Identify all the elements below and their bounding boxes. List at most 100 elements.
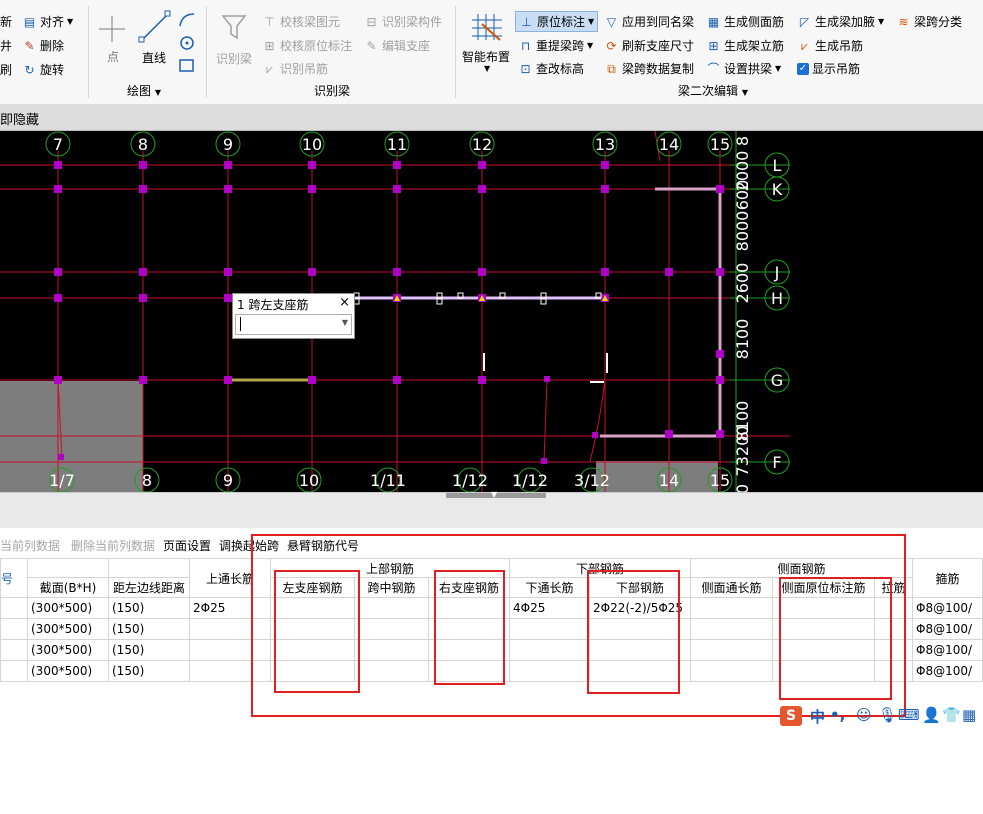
edit-support-button[interactable]: ✎ 编辑支座 bbox=[364, 37, 430, 54]
rectangle-icon bbox=[179, 59, 194, 72]
cad-drawing[interactable]: 7 8 9 10 11 12 13 14 15 1/7 8 9 10 1/11 1/12 1/12 3/12 1… bbox=[0, 130, 983, 494]
dimension-label: 73200 bbox=[733, 426, 752, 477]
check-beam-element-button[interactable]: ⊤ 校核梁图元 bbox=[262, 13, 340, 30]
lift-span-button[interactable]: ⊓ 重提梁跨 ▼ bbox=[518, 37, 593, 54]
group-secondary-edit-label[interactable]: 梁二次编辑 ▼ bbox=[678, 82, 748, 99]
toolbox-icon[interactable]: ▦ bbox=[962, 706, 976, 724]
recognize-beam-button[interactable]: 识别梁 bbox=[214, 12, 254, 68]
row-number-cell[interactable] bbox=[0, 660, 28, 682]
skin-icon[interactable]: 👕 bbox=[942, 706, 961, 724]
delete-button[interactable]: ✎ 删除 bbox=[22, 37, 64, 54]
bottom-axis-label: 9 bbox=[223, 471, 233, 490]
left-support-input[interactable]: ▼ bbox=[235, 314, 352, 335]
top-axis-label: 11 bbox=[387, 135, 407, 154]
eraser-icon: ✎ bbox=[24, 38, 35, 53]
header-blank bbox=[27, 558, 109, 578]
popup-title: 1 跨左支座筋 bbox=[237, 298, 309, 312]
top-axis-label: 15 bbox=[710, 135, 730, 154]
ime-punct[interactable]: •, bbox=[830, 706, 845, 724]
ime-lang[interactable]: 中 bbox=[810, 706, 825, 727]
splitter-grip[interactable]: ▼ bbox=[446, 490, 546, 499]
beam-wall bbox=[600, 187, 722, 438]
line-button[interactable]: 直线 bbox=[138, 10, 174, 68]
gen-haunch-button[interactable]: ◸ 生成梁加腋 ▼ bbox=[797, 13, 884, 30]
set-arch-button[interactable]: ⌒ 设置拱梁 ▼ bbox=[706, 60, 781, 77]
ribbon-left-item-2[interactable]: 井 bbox=[0, 37, 12, 54]
section-cell[interactable]: (300*500) bbox=[27, 618, 109, 640]
offset-cell[interactable]: (150) bbox=[108, 660, 190, 682]
top-axis-label: 9 bbox=[223, 135, 233, 154]
hide-bar: 即隐藏 bbox=[0, 104, 983, 131]
left-support-popup[interactable]: 1 跨左支座筋 × ▼ bbox=[232, 293, 355, 339]
check-origin-label-button[interactable]: ⊞ 校核原位标注 bbox=[262, 37, 352, 54]
emoji-icon[interactable]: ☺ bbox=[856, 706, 872, 724]
stirrup-leg-icon: ⊞ bbox=[708, 38, 719, 53]
stirrup-cell[interactable]: Φ8@100/ bbox=[912, 618, 983, 640]
dimension-label: 8100 bbox=[733, 319, 752, 360]
dimension-label: 0 bbox=[733, 484, 752, 492]
close-icon[interactable]: × bbox=[339, 295, 350, 310]
gen-side-bar-button[interactable]: ▦ 生成侧面筋 bbox=[706, 13, 784, 30]
copy-span-data-button[interactable]: ⧉ 梁跨数据复制 bbox=[604, 60, 694, 77]
stirrup-cell[interactable]: Φ8@100/ bbox=[912, 660, 983, 682]
circle-button[interactable] bbox=[178, 35, 196, 54]
group-draw-label[interactable]: 绘图 ▼ bbox=[127, 82, 161, 99]
side-bar-icon: ▦ bbox=[707, 14, 720, 29]
drawing-canvas[interactable]: 7 8 9 10 11 12 13 14 15 1/7 8 9 10 1/11 1/12 1/12 3/12 1… bbox=[0, 130, 983, 494]
section-cell[interactable]: (300*500) bbox=[27, 660, 109, 682]
classify-icon: ≋ bbox=[898, 14, 909, 29]
col-header-no: 号 bbox=[0, 558, 28, 598]
insert-column-data-button[interactable]: 当前列数据 bbox=[0, 537, 60, 554]
keyboard-icon[interactable]: ⌨ bbox=[898, 706, 920, 724]
delete-column-data-button[interactable]: 删除当前列数据 bbox=[71, 537, 155, 554]
chevron-down-icon[interactable]: ▼ bbox=[342, 318, 348, 327]
arc-button[interactable] bbox=[178, 12, 196, 31]
offset-cell[interactable]: (150) bbox=[108, 639, 190, 661]
bottom-axis-label: 10 bbox=[299, 471, 319, 490]
checkbox-checked-icon: ✓ bbox=[797, 62, 809, 75]
header-blank bbox=[108, 558, 190, 578]
col-header-offset: 距左边线距离 bbox=[108, 577, 190, 598]
point-button[interactable]: 点 bbox=[97, 12, 127, 68]
panel-splitter[interactable]: ▼ bbox=[0, 490, 983, 529]
highlight-box-side-origin bbox=[779, 577, 892, 700]
recognize-beam-member-button[interactable]: ⊟ 识别梁构件 bbox=[364, 13, 442, 30]
section-cell[interactable]: (300*500) bbox=[27, 597, 109, 619]
top-axis-label: 12 bbox=[472, 135, 492, 154]
origin-label-button[interactable]: ⊥ 原位标注 ▼ bbox=[515, 11, 599, 32]
offset-cell[interactable]: (150) bbox=[108, 597, 190, 619]
text-caret bbox=[240, 317, 241, 331]
ribbon-left-item-1[interactable]: 新 bbox=[0, 13, 12, 30]
highlight-box-bottom-bar bbox=[587, 570, 680, 694]
align-button[interactable]: ▤ 对齐 ▼ bbox=[22, 13, 73, 30]
collapse-arrow-icon: ▼ bbox=[491, 490, 498, 499]
stirrup-cell[interactable]: Φ8@100/ bbox=[912, 597, 983, 619]
recognize-hanging-button[interactable]: ⩗ 识别吊筋 bbox=[262, 60, 328, 77]
ime-logo-icon[interactable]: S bbox=[780, 706, 802, 726]
ribbon-left-item-3[interactable]: 刷 bbox=[0, 61, 12, 78]
gen-hanging-button[interactable]: ⩗ 生成吊筋 bbox=[797, 37, 863, 54]
row-number-cell[interactable] bbox=[0, 597, 28, 619]
right-axis-label: G bbox=[771, 371, 783, 390]
check-elevation-button[interactable]: ⊡ 查改标高 bbox=[518, 60, 584, 77]
refresh-support-button[interactable]: ⟳ 刷新支座尺寸 bbox=[604, 37, 694, 54]
row-number-cell[interactable] bbox=[0, 639, 28, 661]
rect-button[interactable] bbox=[178, 58, 196, 77]
microphone-icon[interactable]: 🎙 bbox=[878, 706, 897, 724]
stirrup-cell[interactable]: Φ8@100/ bbox=[912, 639, 983, 661]
arch-icon: ⌒ bbox=[707, 61, 720, 76]
top-axis-labels: 7 8 9 10 11 12 13 14 15 bbox=[45, 131, 733, 157]
refresh-icon: ⟳ bbox=[606, 38, 617, 53]
dimension-label: 8000 bbox=[733, 211, 752, 252]
offset-cell[interactable]: (150) bbox=[108, 618, 190, 640]
show-hanging-checkbox[interactable]: ✓ 显示吊筋 bbox=[797, 60, 860, 77]
rotate-button[interactable]: ↻ 旋转 bbox=[22, 61, 64, 78]
section-cell[interactable]: (300*500) bbox=[27, 639, 109, 661]
smart-layout-button[interactable]: 智能布置 ▼ bbox=[462, 12, 512, 78]
gen-stirrup-leg-button[interactable]: ⊞ 生成架立筋 bbox=[706, 37, 784, 54]
user-icon[interactable]: 👤 bbox=[922, 706, 941, 724]
span-classify-button[interactable]: ≋ 梁跨分类 bbox=[896, 13, 962, 30]
page-setup-button[interactable]: 页面设置 bbox=[163, 537, 211, 554]
apply-same-name-button[interactable]: ▽ 应用到同名梁 bbox=[604, 13, 694, 30]
row-number-cell[interactable] bbox=[0, 618, 28, 640]
